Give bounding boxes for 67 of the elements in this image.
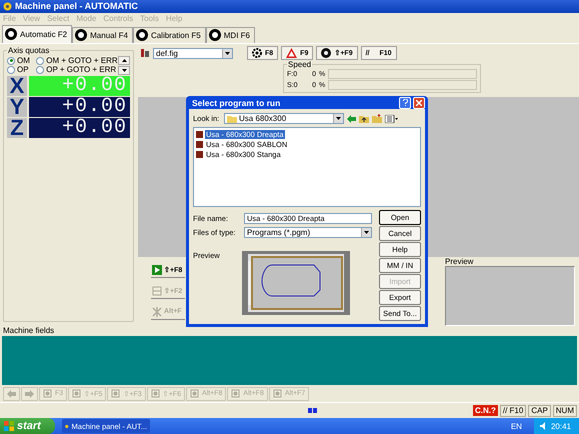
alarm-indicator: C.N.? bbox=[472, 405, 498, 416]
tool-icon bbox=[231, 389, 240, 398]
help-button[interactable] bbox=[399, 96, 411, 108]
back-arrow-icon bbox=[7, 390, 16, 398]
axis-value: +0.00 bbox=[29, 96, 130, 117]
tab[interactable]: Automatic F2 bbox=[2, 24, 72, 43]
badge-icon bbox=[136, 29, 148, 42]
play-icon bbox=[152, 264, 162, 275]
tool-icon bbox=[72, 389, 82, 398]
radio-option[interactable]: OP bbox=[7, 65, 30, 74]
section-label: Machine fields bbox=[3, 326, 54, 336]
radio-option[interactable]: OP + GOTO + ERR bbox=[36, 65, 118, 74]
badge-icon bbox=[5, 28, 17, 40]
tool-icon bbox=[150, 389, 160, 398]
preview-label: Preview bbox=[445, 256, 474, 266]
windows-logo-icon bbox=[4, 421, 14, 432]
radio-option[interactable]: OM + GOTO + ERR bbox=[36, 56, 118, 66]
folder-up-icon[interactable] bbox=[359, 114, 369, 122]
axis-letter: Y bbox=[7, 96, 27, 117]
tool-icon bbox=[152, 286, 162, 296]
up-arrow-icon bbox=[122, 58, 126, 62]
back-arrow-icon[interactable] bbox=[347, 114, 356, 122]
axis-value: +0.00 bbox=[29, 76, 130, 96]
tool-icon bbox=[272, 389, 282, 398]
caret-icon bbox=[336, 117, 341, 120]
status-pane: // F10 bbox=[500, 404, 526, 417]
caret-icon bbox=[225, 52, 230, 55]
spin-up-button[interactable] bbox=[118, 56, 130, 65]
view-menu-icon[interactable] bbox=[385, 114, 398, 122]
dialog-title: Select program to run bbox=[192, 98, 280, 108]
panel-title: Axis quotas bbox=[7, 46, 50, 55]
status-pane: CAP bbox=[528, 404, 551, 417]
file-type-dropdown[interactable]: Programs (*.pgm) bbox=[244, 227, 372, 238]
question-icon bbox=[402, 99, 408, 106]
speaker-icon[interactable] bbox=[540, 422, 548, 430]
radio-option[interactable]: OM bbox=[7, 56, 30, 66]
window-title: Machine panel - AUTOMATIC bbox=[15, 1, 138, 12]
folder-icon bbox=[227, 114, 237, 122]
axis-letter: Z bbox=[7, 118, 27, 138]
warning-icon bbox=[286, 48, 298, 58]
look-in-dropdown[interactable]: Usa 680x300 bbox=[224, 113, 344, 124]
tool-icon bbox=[43, 389, 52, 398]
close-button[interactable] bbox=[413, 96, 425, 108]
tab[interactable]: MDI F6 bbox=[206, 26, 255, 43]
new-folder-icon[interactable] bbox=[372, 114, 382, 123]
status-icon bbox=[308, 408, 317, 414]
tool-icon bbox=[190, 389, 199, 398]
language-indicator[interactable]: EN bbox=[510, 422, 534, 431]
figure-dropdown[interactable]: def.fig bbox=[153, 48, 233, 59]
status-pane: NUM bbox=[552, 404, 577, 417]
close-icon bbox=[416, 100, 422, 106]
badge-icon bbox=[75, 29, 88, 42]
tab[interactable]: Calibration F5 bbox=[132, 26, 206, 43]
panel-title: Speed bbox=[287, 60, 312, 70]
gear-icon bbox=[252, 48, 262, 58]
app-icon bbox=[3, 2, 12, 11]
badge-icon bbox=[208, 29, 221, 42]
tab[interactable]: Manual F4 bbox=[72, 26, 133, 43]
clock: 20:41 bbox=[550, 422, 571, 431]
down-arrow-icon bbox=[122, 68, 126, 72]
caret-icon bbox=[364, 231, 369, 234]
spin-down-button[interactable] bbox=[118, 66, 130, 75]
tool-icon bbox=[111, 389, 120, 398]
circle-icon bbox=[321, 48, 332, 58]
axis-value: +0.00 bbox=[29, 118, 130, 138]
forward-arrow-icon bbox=[25, 390, 34, 398]
axis-letter: X bbox=[7, 76, 27, 96]
